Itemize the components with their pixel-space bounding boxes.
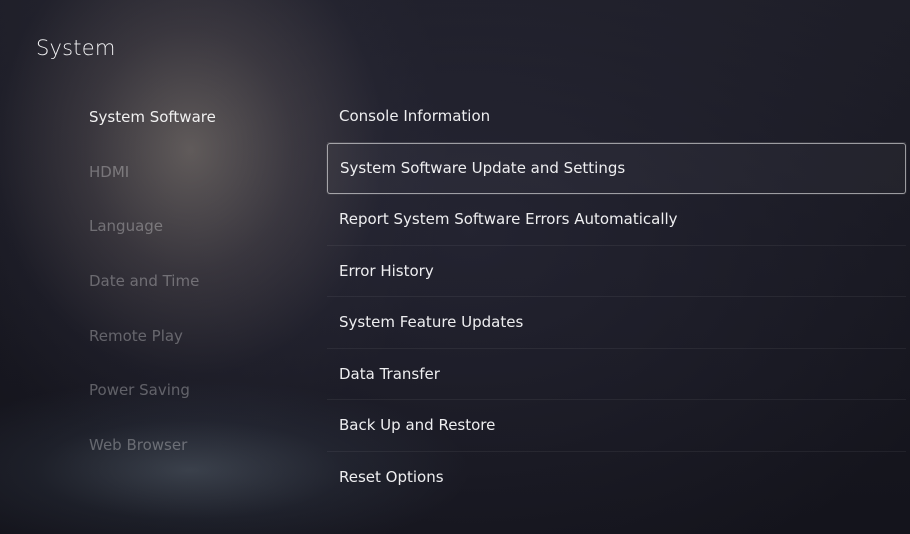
sidebar-item-date-and-time[interactable]: Date and Time: [89, 254, 309, 309]
menu-item-error-history[interactable]: Error History: [327, 246, 906, 297]
page-title: System: [36, 36, 116, 60]
sidebar-item-remote-play[interactable]: Remote Play: [89, 308, 309, 363]
sidebar-item-power-saving[interactable]: Power Saving: [89, 363, 309, 418]
sidebar-item-hdmi[interactable]: HDMI: [89, 145, 309, 200]
menu-item-data-transfer[interactable]: Data Transfer: [327, 349, 906, 400]
sidebar-item-system-software[interactable]: System Software: [89, 90, 309, 145]
menu-item-system-software-update[interactable]: System Software Update and Settings: [327, 142, 906, 194]
menu-item-report-errors-automatically[interactable]: Report System Software Errors Automatica…: [327, 194, 906, 246]
system-settings-screen: System System Software HDMI Language Dat…: [0, 0, 910, 534]
menu-item-reset-options[interactable]: Reset Options: [327, 452, 906, 504]
menu-item-system-feature-updates[interactable]: System Feature Updates: [327, 297, 906, 349]
sidebar-item-web-browser[interactable]: Web Browser: [89, 418, 309, 473]
menu-item-console-information[interactable]: Console Information: [327, 91, 906, 143]
sidebar-item-language[interactable]: Language: [89, 199, 309, 254]
sidebar: System Software HDMI Language Date and T…: [89, 90, 309, 472]
menu-item-back-up-and-restore[interactable]: Back Up and Restore: [327, 400, 906, 452]
settings-menu: Console Information System Software Upda…: [327, 91, 906, 503]
